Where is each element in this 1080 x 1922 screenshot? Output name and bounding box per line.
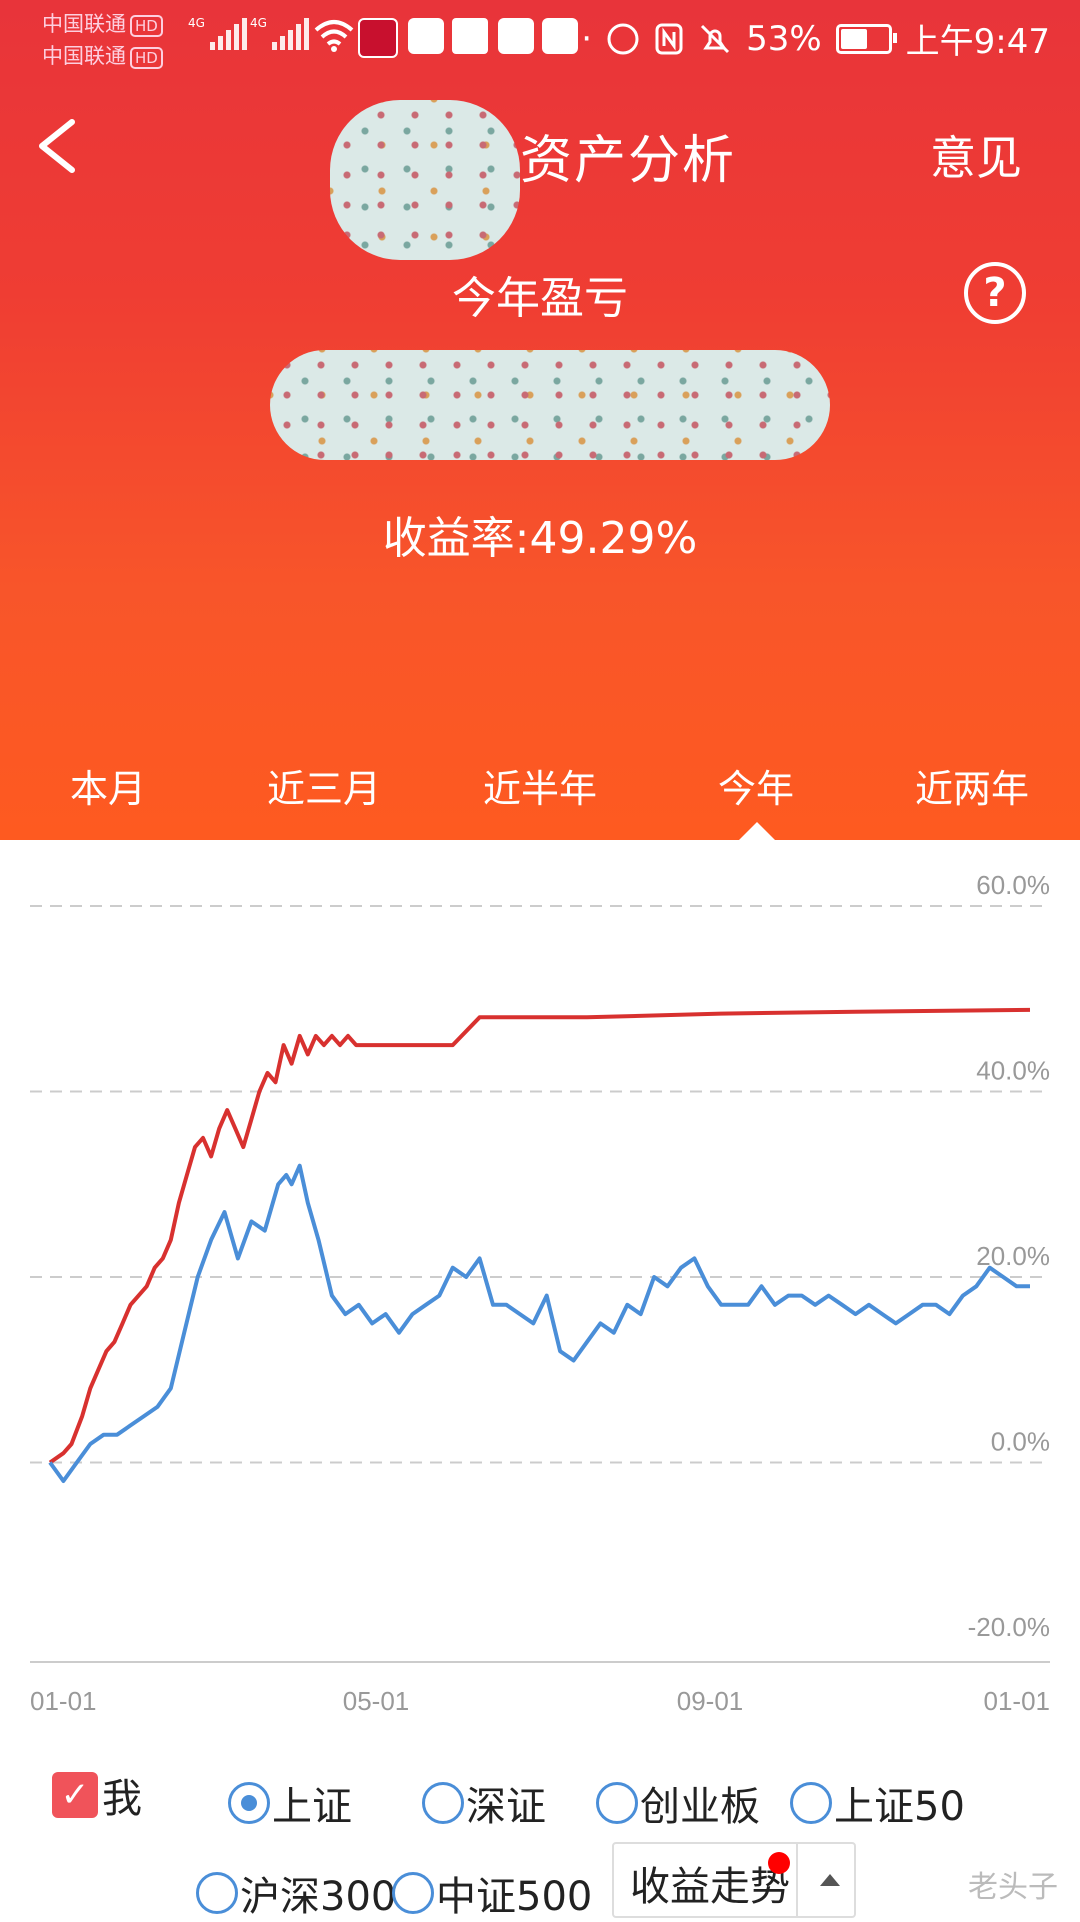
chart-mode-select[interactable]: 收益走势 bbox=[612, 1842, 856, 1918]
series-line-me bbox=[48, 1007, 1031, 1465]
carrier-1: 中国联通 HD bbox=[42, 8, 163, 38]
caret-up-icon bbox=[820, 1874, 840, 1886]
briefcase-icon bbox=[452, 18, 488, 54]
radio-icon bbox=[790, 1782, 832, 1824]
tab-this-month[interactable]: 本月 bbox=[0, 758, 216, 840]
y-tick-label: 0.0% bbox=[991, 1427, 1050, 1457]
legend-sse50[interactable]: 上证50 bbox=[790, 1774, 965, 1832]
help-button[interactable]: ? bbox=[964, 262, 1026, 324]
data-icon bbox=[607, 23, 639, 54]
radio-icon bbox=[422, 1782, 464, 1824]
radio-icon bbox=[596, 1782, 638, 1824]
more-icon: ··· bbox=[559, 18, 593, 59]
clock: 上午9:47 bbox=[905, 22, 1050, 62]
nfc-icon bbox=[655, 23, 683, 54]
y-tick-label: 20.0% bbox=[976, 1241, 1050, 1271]
return-rate: 收益率:49.29% bbox=[382, 513, 698, 564]
legend-me[interactable]: ✓ 我 bbox=[52, 1766, 142, 1824]
signal-icon: 4G bbox=[250, 16, 309, 50]
back-button[interactable] bbox=[30, 116, 90, 176]
app-icon bbox=[358, 18, 398, 58]
return-chart: 60.0% 40.0% 20.0% 0.0% -20.0% 01-01 05-01 09-01… bbox=[30, 870, 1051, 1716]
divider bbox=[796, 1844, 798, 1916]
series-line-shanghai bbox=[48, 1163, 1030, 1483]
carrier-2: 中国联通 HD bbox=[42, 40, 163, 70]
active-tab-indicator bbox=[739, 822, 775, 840]
x-tick-label: 05-01 bbox=[343, 1686, 410, 1716]
y-tick-label: -20.0% bbox=[968, 1612, 1050, 1642]
battery-icon bbox=[835, 23, 897, 54]
y-tick-label: 40.0% bbox=[976, 1056, 1050, 1086]
redacted-blot bbox=[270, 350, 830, 460]
legend-csi300[interactable]: 沪深300 bbox=[196, 1864, 396, 1922]
notification-dot bbox=[768, 1852, 790, 1874]
summary-label: 今年盈亏 bbox=[452, 273, 628, 324]
tab-2-years[interactable]: 近两年 bbox=[864, 758, 1080, 840]
hd-badge: HD bbox=[130, 15, 163, 37]
radio-icon bbox=[196, 1872, 238, 1914]
legend-chinext[interactable]: 创业板 bbox=[596, 1774, 760, 1832]
chat-icon bbox=[498, 18, 534, 54]
watermark: 老头子 bbox=[968, 1870, 1058, 1905]
wifi-icon bbox=[314, 20, 354, 52]
select-value: 收益走势 bbox=[630, 1864, 790, 1910]
tab-6-months[interactable]: 近半年 bbox=[432, 758, 648, 840]
x-tick-label: 09-01 bbox=[677, 1686, 744, 1716]
status-right: ··· 53% 上午9:47 bbox=[560, 14, 1050, 63]
radio-icon bbox=[392, 1872, 434, 1914]
legend-csi500[interactable]: 中证500 bbox=[392, 1864, 592, 1922]
page-title: 资产分析 bbox=[520, 131, 737, 191]
redacted-blot bbox=[330, 100, 520, 260]
status-bar: 中国联通 HD 中国联通 HD 4G 4G ··· 53% 上午9:47 bbox=[0, 0, 1080, 72]
header: 中国联通 HD 中国联通 HD 4G 4G ··· 53% 上午9:47 资产分析 … bbox=[0, 0, 1080, 840]
feedback-button[interactable]: 意见 bbox=[930, 122, 1022, 188]
mute-icon bbox=[701, 24, 730, 53]
hd-badge: HD bbox=[130, 47, 163, 69]
x-tick-label: 01-01 bbox=[984, 1686, 1051, 1716]
check-icon: ✓ bbox=[52, 1772, 98, 1818]
tab-3-months[interactable]: 近三月 bbox=[216, 758, 432, 840]
legend-shenzhen[interactable]: 深证 bbox=[422, 1774, 546, 1832]
app-icon bbox=[408, 18, 444, 54]
period-tabs: 本月 近三月 近半年 今年 近两年 bbox=[0, 758, 1080, 840]
legend-shanghai[interactable]: 上证 bbox=[228, 1774, 352, 1832]
signal-icon: 4G bbox=[188, 16, 247, 50]
radio-icon bbox=[228, 1782, 270, 1824]
y-tick-label: 60.0% bbox=[976, 870, 1050, 900]
battery-percent: 53% bbox=[746, 18, 822, 59]
x-tick-label: 01-01 bbox=[30, 1686, 97, 1716]
